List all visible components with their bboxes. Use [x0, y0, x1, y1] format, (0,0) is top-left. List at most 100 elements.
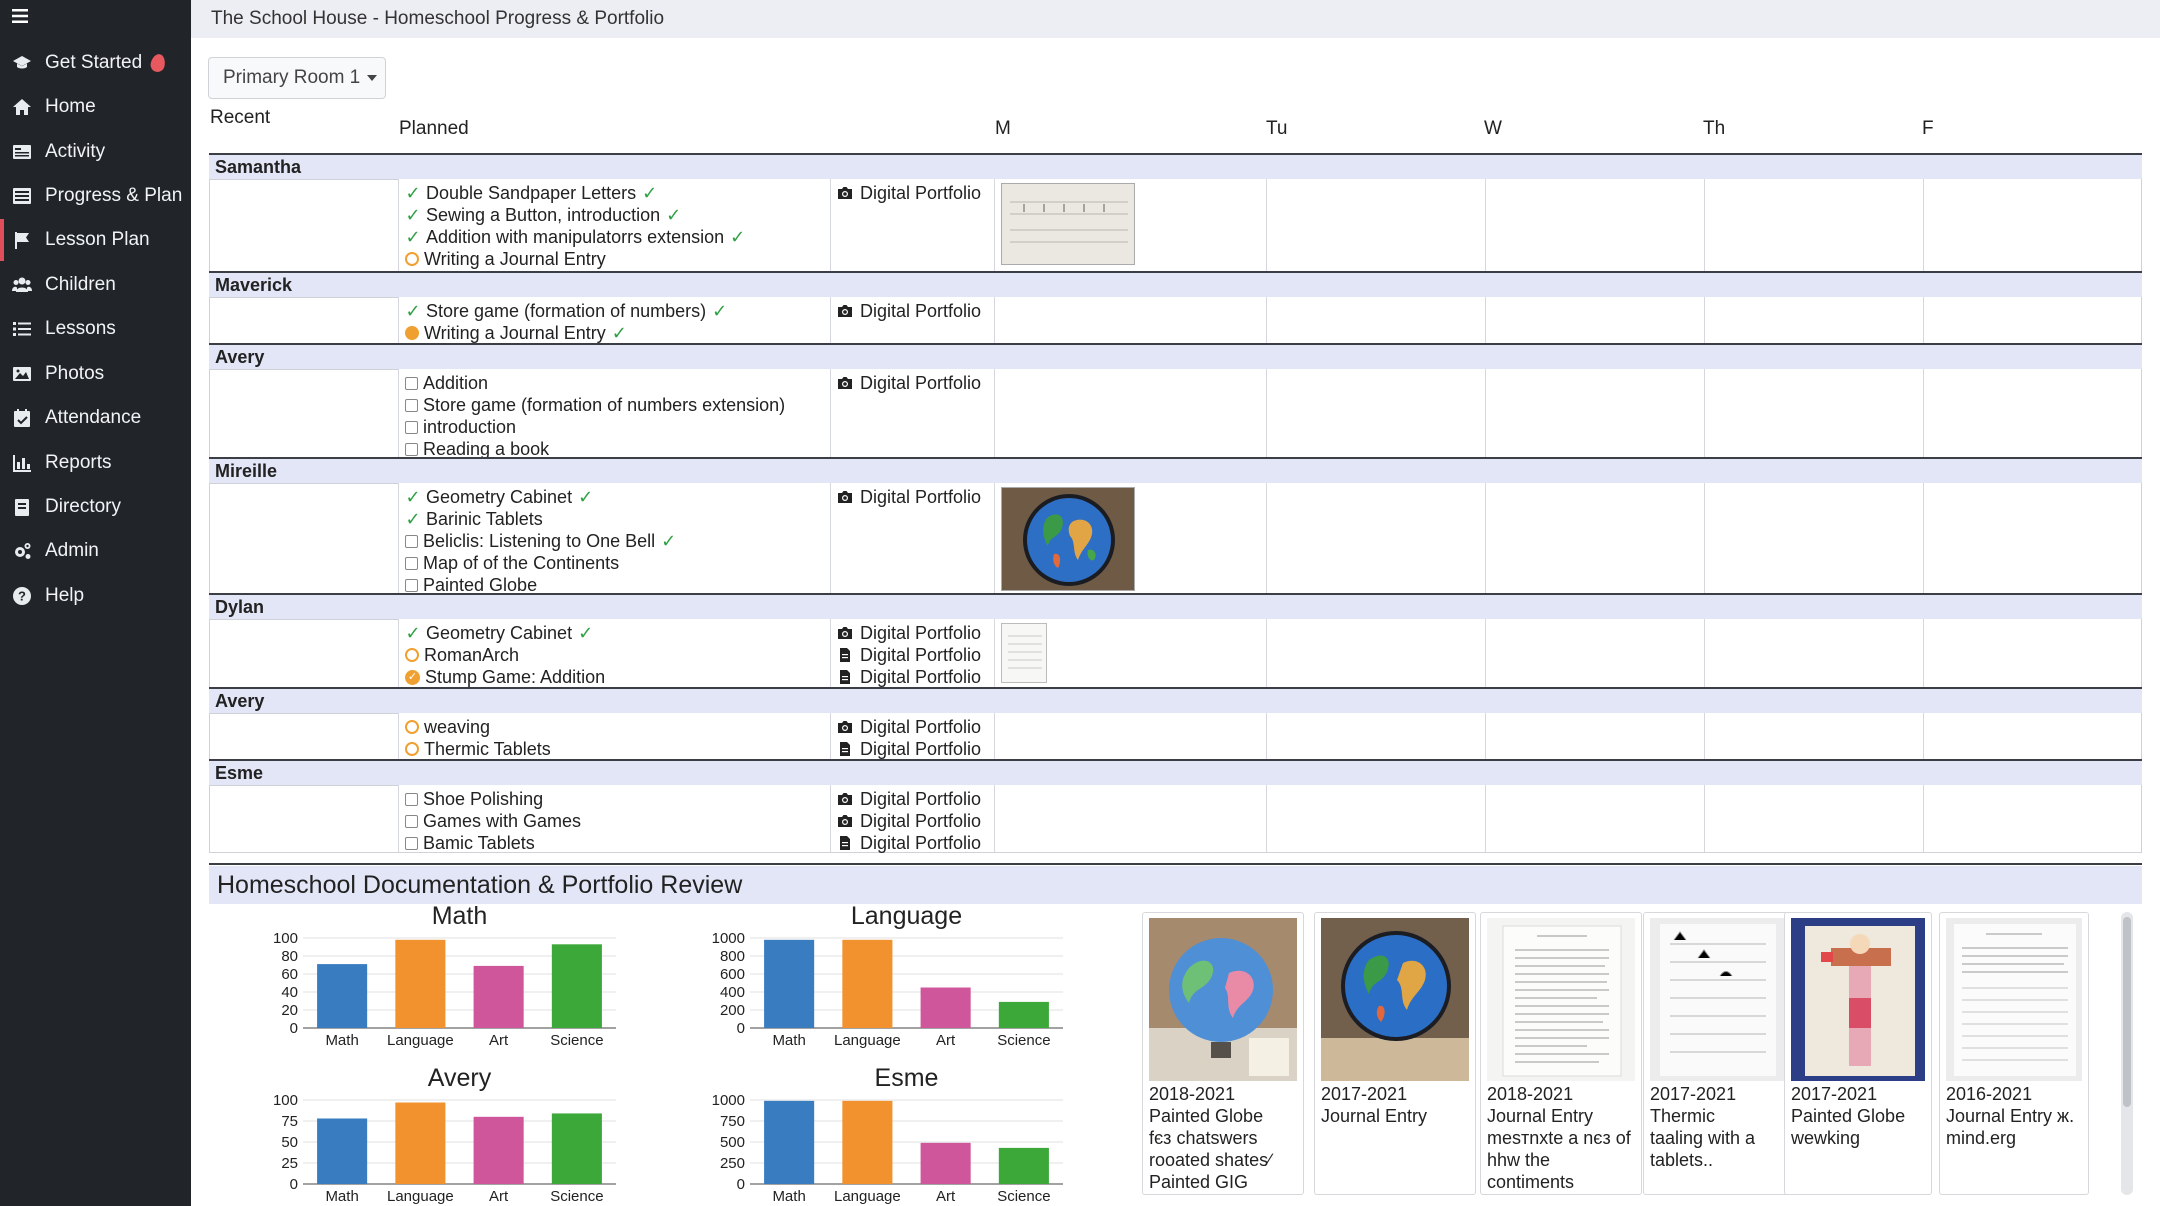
digital-portfolio-link[interactable]: Digital Portfolio [837, 182, 981, 204]
digital-portfolio-link[interactable]: Digital Portfolio [837, 372, 981, 394]
sidebar-item-help[interactable]: ? Help [0, 575, 191, 617]
planned-lessons: Shoe Polishing Games with Games Bamic Ta… [405, 788, 581, 854]
lesson-item[interactable]: Bamic Tablets [405, 832, 581, 854]
checkbox[interactable] [405, 792, 418, 806]
lesson-item[interactable]: Double Sandpaper Letters✓ [405, 182, 745, 204]
lesson-item[interactable]: Writing a Journal Entry [405, 248, 745, 270]
lesson-item[interactable]: Writing a Journal Entry ✓ [405, 322, 727, 344]
portfolio-card[interactable]: 2018-2021 Painted Globe fєз chatswers ro… [1142, 912, 1304, 1195]
lesson-item[interactable]: Thermic Tablets [405, 738, 551, 760]
student-name[interactable]: Esme [209, 761, 2142, 785]
scrollbar-thumb[interactable] [2123, 917, 2131, 1107]
y-tick-label: 750 [720, 1113, 745, 1130]
home-icon [11, 96, 33, 118]
digital-portfolio-link[interactable]: Digital Portfolio [837, 788, 981, 810]
portfolio-card[interactable]: 2018-2021 Journal Entry mesтnxte a nєз o… [1480, 912, 1642, 1195]
digital-portfolio-link[interactable]: Digital Portfolio [837, 300, 981, 322]
document-icon [837, 647, 853, 663]
checkbox[interactable] [405, 814, 418, 828]
sidebar-item-get-started[interactable]: Get Started [0, 42, 191, 84]
checkbox[interactable] [405, 442, 418, 456]
checkbox[interactable] [405, 578, 418, 592]
camera-icon [837, 303, 853, 319]
sidebar-item-label: Progress & Plan [45, 185, 183, 206]
checkbox[interactable] [405, 420, 418, 434]
portfolio-card[interactable]: 2016-2021 Journal Entry ж. mind.erg [1939, 912, 2089, 1195]
checkbox[interactable] [405, 376, 418, 390]
digital-portfolio-link[interactable]: Digital Portfolio [837, 666, 981, 688]
digital-portfolio-link[interactable]: Digital Portfolio [837, 622, 981, 644]
y-tick-label: 60 [281, 966, 298, 983]
student-name[interactable]: Avery [209, 689, 2142, 713]
room-select-value: Primary Room 1 [223, 67, 361, 88]
digital-portfolio-link[interactable]: Digital Portfolio [837, 486, 981, 508]
portfolio-card[interactable]: 2017-2021 Journal Entry [1314, 912, 1476, 1195]
book-icon [11, 496, 33, 518]
bar-science [551, 1113, 602, 1184]
digital-portfolio-link[interactable]: Digital Portfolio [837, 810, 981, 832]
presented-check-icon: ✓ [611, 323, 627, 343]
chart-title: Language [851, 902, 962, 930]
sidebar-item-activity[interactable]: Activity [0, 131, 191, 173]
sidebar-item-photos[interactable]: Photos [0, 353, 191, 395]
lesson-item[interactable]: Store game (formation of numbers extensi… [405, 394, 785, 416]
digital-portfolio-link[interactable]: Digital Portfolio [837, 832, 981, 854]
handwriting-photo-thumbnail[interactable] [1001, 183, 1135, 265]
lesson-item[interactable]: Addition with manipulatorrs extension✓ [405, 226, 745, 248]
bar-chart-icon [11, 452, 33, 474]
student-name[interactable]: Mireille [209, 459, 2142, 483]
student-name[interactable]: Avery [209, 345, 2142, 369]
lesson-item[interactable]: Sewing a Button, introduction✓ [405, 204, 745, 226]
lesson-item[interactable]: weaving [405, 716, 551, 738]
chart-svg: Avery 0 25 50 75 100 Math Language Art Science [273, 1064, 616, 1205]
sidebar-item-lesson-plan[interactable]: Lesson Plan [0, 219, 191, 261]
sidebar-item-reports[interactable]: Reports [0, 442, 191, 484]
sidebar-item-children[interactable]: Children [0, 264, 191, 306]
bar-science [551, 944, 602, 1028]
checkbox[interactable] [405, 836, 418, 850]
student-row: Double Sandpaper Letters✓ Sewing a Butto… [209, 179, 2142, 271]
digital-portfolio-link[interactable]: Digital Portfolio [837, 644, 981, 666]
lesson-item[interactable]: Beliclis: Listening to One Bell ✓ [405, 530, 676, 552]
sidebar-item-home[interactable]: Home [0, 86, 191, 128]
sidebar-item-directory[interactable]: Directory [0, 486, 191, 528]
sidebar-item-admin[interactable]: Admin [0, 530, 191, 572]
y-tick-label: 0 [737, 1176, 745, 1193]
lesson-item[interactable]: Barinic Tablets [405, 508, 676, 530]
student-name[interactable]: Dylan [209, 595, 2142, 619]
bar-chart-avery: Avery 0 25 50 75 100 Math Language Art Science [228, 1062, 628, 1206]
student-name[interactable]: Samantha [209, 155, 2142, 179]
checkbox[interactable] [405, 534, 418, 548]
cards-scrollbar[interactable] [2121, 912, 2133, 1195]
portfolio-card[interactable]: 2017-2021 Painted Globe wewking [1784, 912, 1932, 1195]
lesson-item[interactable]: Games with Games [405, 810, 581, 832]
checkbox[interactable] [405, 398, 418, 412]
sidebar-item-progress-plan[interactable]: Progress & Plan [0, 175, 191, 217]
lesson-item[interactable]: Store game (formation of numbers)✓ [405, 300, 727, 322]
lesson-item[interactable]: Addition [405, 372, 785, 394]
lesson-item[interactable]: RomanArch [405, 644, 605, 666]
portfolio-links: Digital Portfolio [837, 372, 981, 394]
portfolio-links: Digital Portfolio Digital Portfolio [837, 716, 981, 760]
room-select-dropdown[interactable]: Primary Room 1 [208, 57, 386, 99]
lesson-item[interactable]: Geometry Cabinet✓ [405, 486, 676, 508]
student-name[interactable]: Maverick [209, 273, 2142, 297]
completed-check-icon [405, 207, 421, 223]
portfolio-card[interactable]: 2017-2021 Thermic taaling with a tablets… [1643, 912, 1791, 1195]
lesson-item[interactable]: Map of of the Continents [405, 552, 676, 574]
sidebar-item-lessons[interactable]: Lessons [0, 308, 191, 350]
document-thumbnail[interactable] [1001, 623, 1047, 683]
hamburger-menu-icon[interactable] [10, 6, 34, 30]
digital-portfolio-link[interactable]: Digital Portfolio [837, 716, 981, 738]
lesson-item[interactable]: Geometry Cabinet✓ [405, 622, 605, 644]
list-icon [11, 318, 33, 340]
lesson-item[interactable]: introduction [405, 416, 785, 438]
lesson-item[interactable]: Stump Game: Addition [405, 666, 605, 688]
users-icon [11, 274, 33, 296]
sidebar-item-label: Admin [45, 540, 99, 561]
sidebar-item-attendance[interactable]: Attendance [0, 397, 191, 439]
globe-photo-thumbnail[interactable] [1001, 487, 1135, 591]
checkbox[interactable] [405, 556, 418, 570]
lesson-item[interactable]: Shoe Polishing [405, 788, 581, 810]
digital-portfolio-link[interactable]: Digital Portfolio [837, 738, 981, 760]
